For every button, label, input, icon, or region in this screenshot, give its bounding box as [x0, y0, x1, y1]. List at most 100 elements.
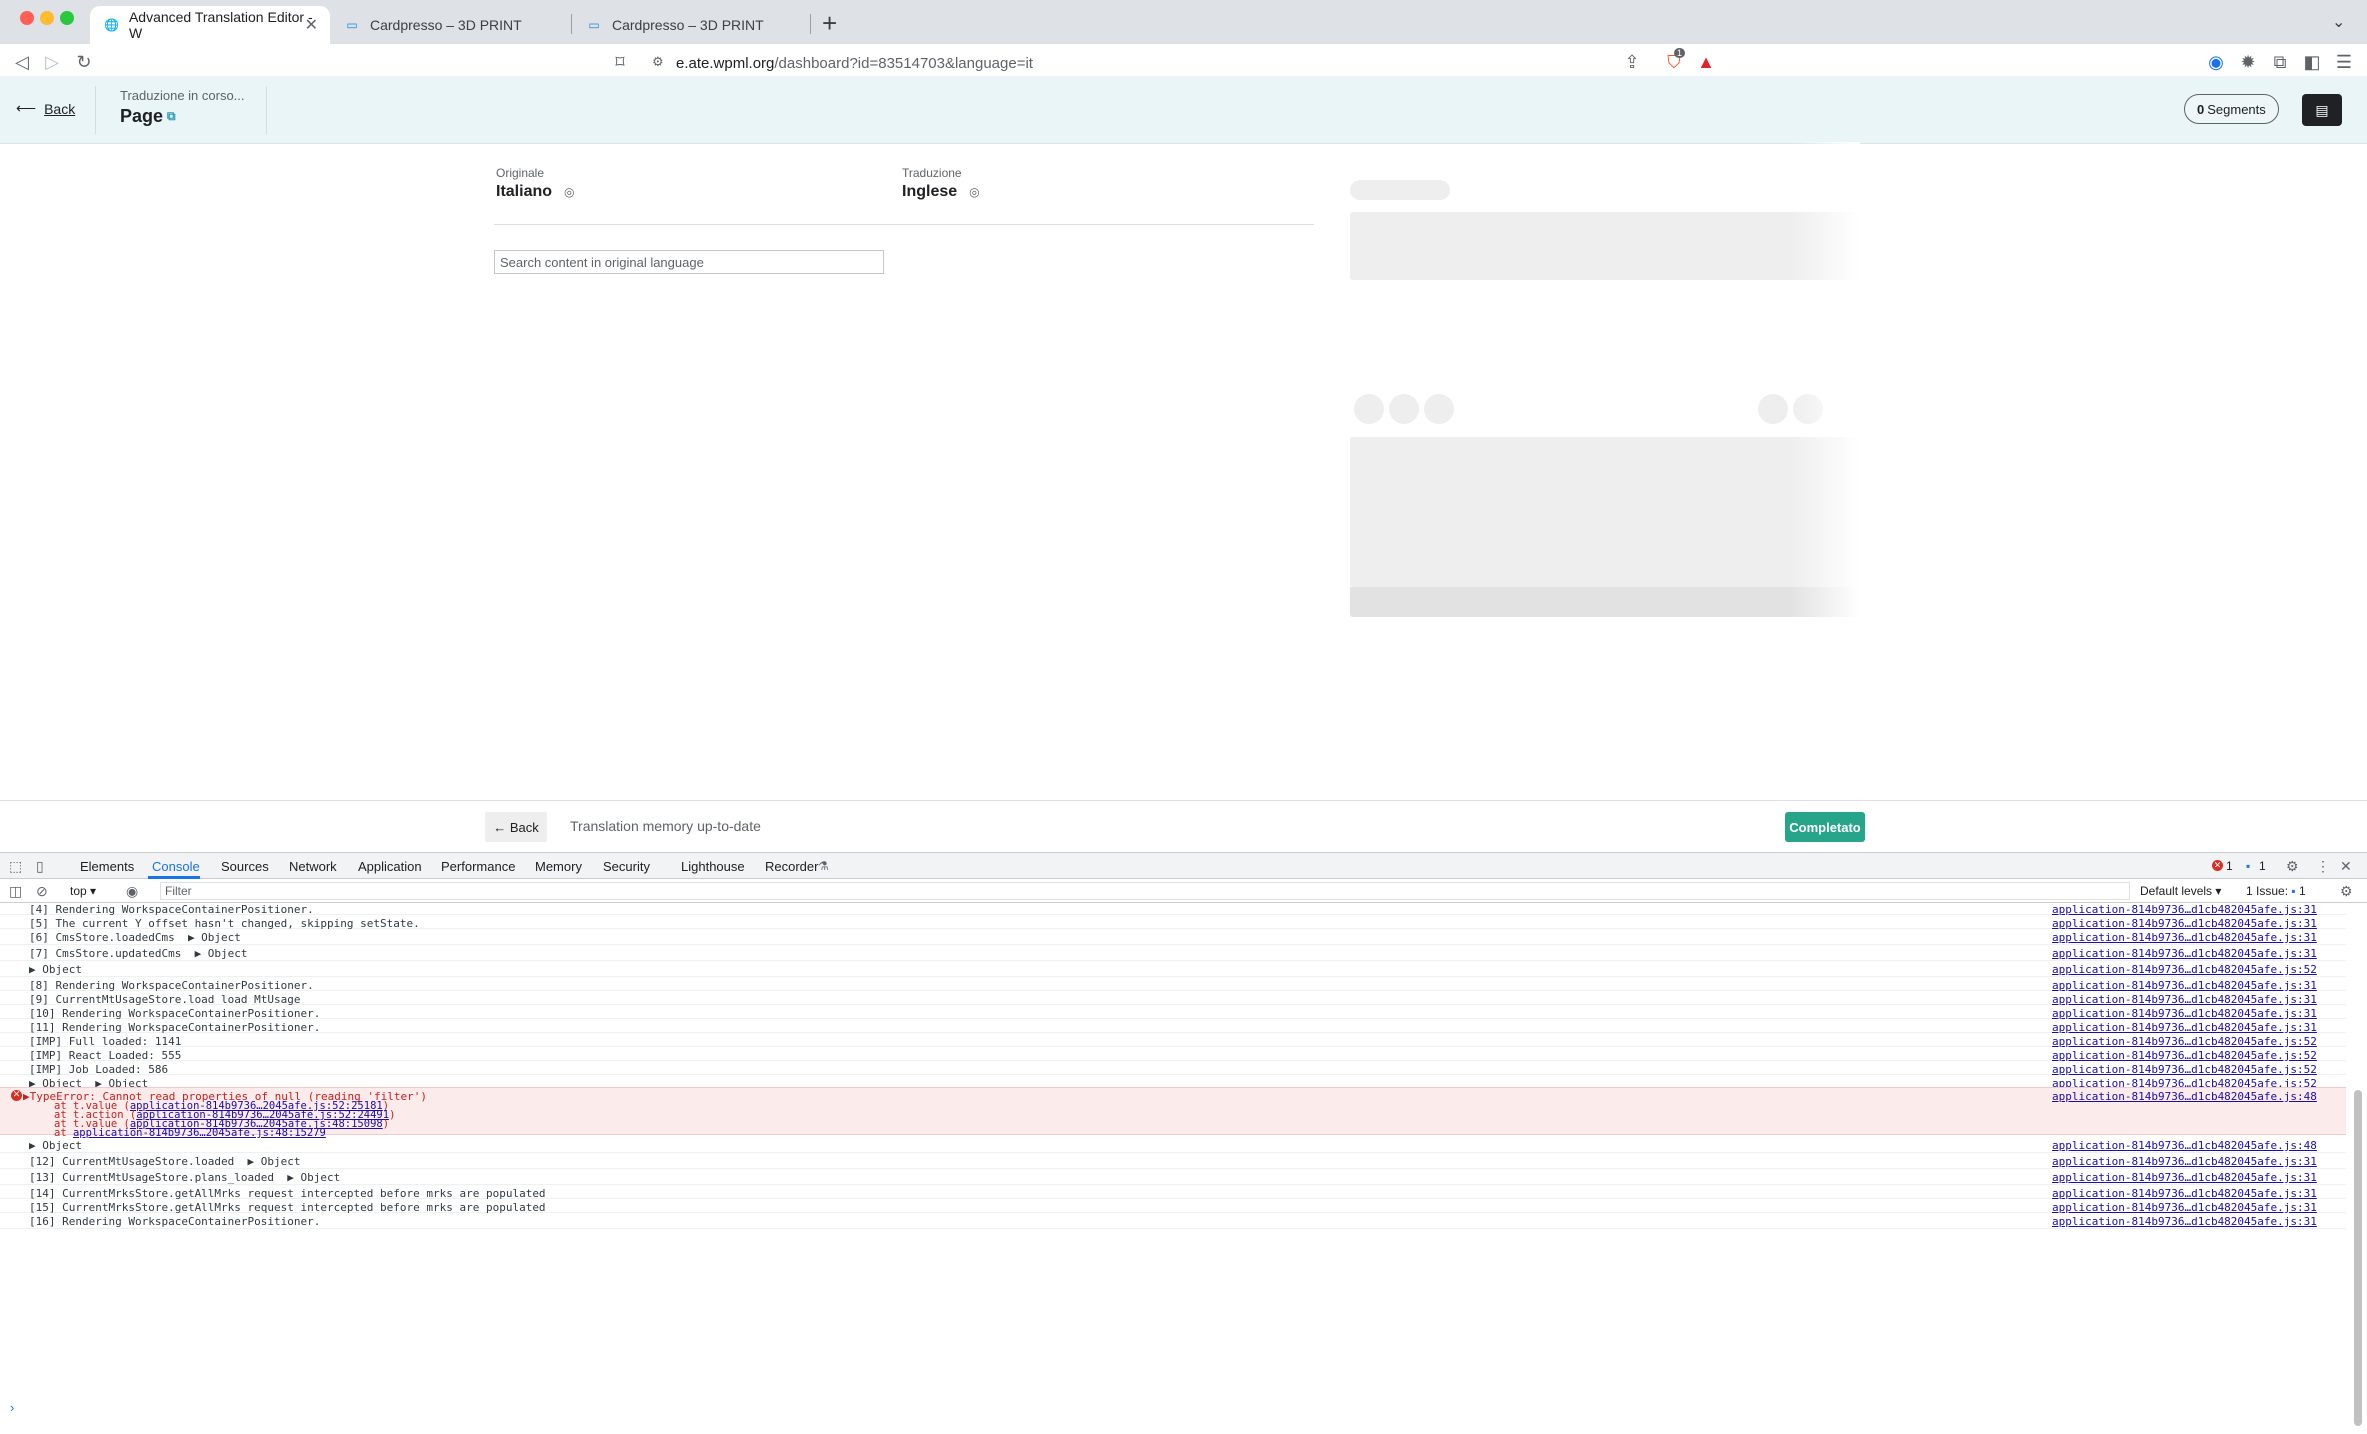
forward-arrow-icon[interactable]: ▷: [40, 52, 64, 73]
eye-slash-icon[interactable]: ◎: [564, 185, 574, 199]
log-levels-dropdown[interactable]: Default levels ▾: [2140, 884, 2221, 898]
password-manager-icon[interactable]: ◉: [2204, 52, 2228, 73]
console-prompt[interactable]: ›: [10, 1400, 14, 1415]
complete-button[interactable]: Completato: [1785, 812, 1865, 842]
more-options-icon[interactable]: ⋮: [2316, 858, 2330, 875]
tab-title: Cardpresso – 3D PRINT: [370, 17, 522, 33]
tab-title: Advanced Translation Editor - W: [128, 9, 313, 41]
site-settings-icon[interactable]: ⚙: [652, 54, 664, 70]
back-arrow-icon[interactable]: ◁: [10, 52, 34, 73]
inspect-element-icon[interactable]: ⬚: [9, 858, 22, 875]
search-original-input[interactable]: [494, 250, 884, 274]
address-bar[interactable]: ⚙ e.ate.wpml.org/dashboard?id=83514703&l…: [640, 48, 1720, 78]
devtools-tab-console[interactable]: Console: [152, 859, 200, 874]
brave-rewards-icon[interactable]: ▲: [1694, 52, 1718, 73]
console-row[interactable]: ▶ Object application-814b9736…d1cb482045a…: [0, 1137, 2346, 1153]
original-language-text: Italiano: [496, 183, 553, 200]
message-icon[interactable]: ▪: [2246, 859, 2250, 873]
new-tab-button[interactable]: +: [822, 8, 837, 39]
browser-menu-icon[interactable]: ☰: [2332, 52, 2356, 73]
devtools-tab-performance[interactable]: Performance: [441, 859, 515, 874]
console-message: [12] CurrentMtUsageStore.loaded ▶ Object: [29, 1155, 301, 1168]
console-row[interactable]: [14] CurrentMrksStore.getAllMrks request…: [0, 1185, 2346, 1200]
maximize-window-button[interactable]: [60, 11, 74, 25]
console-message: [6] CmsStore.loadedCms ▶ Object: [29, 931, 241, 944]
issue-icon: ▪: [2291, 884, 2296, 898]
devtools-tab-security[interactable]: Security: [603, 859, 650, 874]
original-language: Italiano ◎: [496, 183, 575, 201]
eye-slash-icon[interactable]: ◎: [969, 185, 979, 199]
devtools-tab-recorder[interactable]: Recorder: [765, 859, 818, 874]
console-settings-gear-icon[interactable]: ⚙: [2340, 883, 2353, 900]
editor-footer: ← Back Translation memory up-to-date Com…: [0, 800, 2367, 852]
devtools-tab-memory[interactable]: Memory: [535, 859, 582, 874]
minimize-window-button[interactable]: [40, 11, 54, 25]
devtools-tab-sources[interactable]: Sources: [221, 859, 269, 874]
segments-counter[interactable]: 0 Segments: [2184, 94, 2279, 124]
devtools-tab-application[interactable]: Application: [358, 859, 422, 874]
devtools-tab-network[interactable]: Network: [289, 859, 337, 874]
console-row[interactable]: [5] The current Y offset hasn't changed,…: [0, 915, 2346, 930]
comment-icon: ▤: [2315, 101, 2329, 118]
console-source-link[interactable]: application-814b9736…d1cb482045afe.js:31: [2052, 1215, 2317, 1228]
close-tab-icon[interactable]: ✕: [305, 15, 318, 35]
context-selector[interactable]: top ▾: [70, 884, 96, 898]
console-row[interactable]: [11] Rendering WorkspaceContainerPositio…: [0, 1019, 2346, 1034]
console-source-link[interactable]: application-814b9736…d1cb482045afe.js:31: [2052, 1171, 2317, 1184]
console-row[interactable]: [9] CurrentMtUsageStore.load load MtUsag…: [0, 991, 2346, 1006]
header-back-link[interactable]: ⟵ Back: [16, 100, 75, 117]
console-source-link[interactable]: application-814b9736…d1cb482045afe.js:48: [2052, 1090, 2317, 1103]
console-source-link[interactable]: application-814b9736…d1cb482045afe.js:48: [2052, 1139, 2317, 1152]
console-error-row[interactable]: ✕ ▶TypeError: Cannot read properties of n…: [0, 1087, 2346, 1139]
issues-button[interactable]: 1 Issue: ▪ 1: [2246, 884, 2306, 898]
console-row[interactable]: ▶ Object application-814b9736…d1cb482045a…: [0, 961, 2346, 977]
extensions-puzzle-icon[interactable]: ⧉: [2268, 52, 2292, 73]
console-filter-input[interactable]: [160, 882, 2130, 900]
external-link-icon[interactable]: ⧉: [167, 109, 176, 124]
console-row[interactable]: [7] CmsStore.updatedCms ▶ Object applicat…: [0, 945, 2346, 961]
close-devtools-icon[interactable]: ✕: [2340, 858, 2352, 875]
console-source-link[interactable]: application-814b9736…d1cb482045afe.js:31: [2052, 931, 2317, 944]
console-source-link[interactable]: application-814b9736…d1cb482045afe.js:31: [2052, 1155, 2317, 1168]
devtools-tab-lighthouse[interactable]: Lighthouse: [681, 859, 745, 874]
browser-tab-ate[interactable]: 🌐 Advanced Translation Editor - W ✕: [90, 6, 330, 44]
live-expression-eye-icon[interactable]: ◉: [126, 883, 138, 900]
device-toolbar-icon[interactable]: ▯: [36, 858, 44, 875]
console-row[interactable]: [16] Rendering WorkspaceContainerPositio…: [0, 1213, 2346, 1229]
console-scrollbar[interactable]: [2354, 1090, 2362, 1426]
extension-gear-icon[interactable]: ✹: [2236, 52, 2260, 73]
browser-tab-cardpresso-2[interactable]: ▭ Cardpresso – 3D PRINT: [572, 6, 812, 44]
console-row[interactable]: [13] CurrentMtUsageStore.plans_loaded ▶ …: [0, 1169, 2346, 1185]
comments-button[interactable]: ▤: [2302, 94, 2342, 126]
shield-badge: 1: [1674, 48, 1686, 58]
message-count[interactable]: 1: [2259, 859, 2266, 873]
error-count[interactable]: 1: [2226, 859, 2233, 873]
devtools-tab-elements[interactable]: Elements: [80, 859, 134, 874]
error-count-icon[interactable]: ✕: [2212, 860, 2223, 871]
console-row[interactable]: [4] Rendering WorkspaceContainerPosition…: [0, 903, 2346, 916]
skeleton-circle: [1389, 394, 1419, 424]
console-message: [16] Rendering WorkspaceContainerPositio…: [29, 1215, 321, 1228]
console-row[interactable]: [8] Rendering WorkspaceContainerPosition…: [0, 977, 2346, 992]
console-source-link[interactable]: application-814b9736…d1cb482045afe.js:31: [2052, 947, 2317, 960]
skeleton-pill: [1350, 180, 1450, 200]
share-icon[interactable]: ⇪: [1620, 52, 1644, 73]
console-row[interactable]: [15] CurrentMrksStore.getAllMrks request…: [0, 1199, 2346, 1214]
tab-search-chevron-icon[interactable]: ⌄: [2332, 12, 2345, 32]
sidebar-toggle-icon[interactable]: ◧: [2300, 52, 2324, 73]
settings-gear-icon[interactable]: ⚙: [2286, 858, 2299, 875]
console-row[interactable]: [IMP] Job Loaded: 586 application-814b973…: [0, 1061, 2346, 1076]
sidebar-toggle-icon[interactable]: ◫: [9, 883, 22, 900]
reload-icon[interactable]: ↻: [72, 52, 96, 73]
console-row[interactable]: [6] CmsStore.loadedCms ▶ Object applicati…: [0, 929, 2346, 945]
console-row[interactable]: [IMP] React Loaded: 555 application-814b9…: [0, 1047, 2346, 1062]
console-row[interactable]: [10] Rendering WorkspaceContainerPositio…: [0, 1005, 2346, 1020]
footer-back-button[interactable]: ← Back: [485, 812, 547, 842]
bookmark-icon[interactable]: ⌑: [608, 52, 632, 73]
console-row[interactable]: [12] CurrentMtUsageStore.loaded ▶ Object…: [0, 1153, 2346, 1169]
clear-console-icon[interactable]: ⊘: [36, 883, 48, 900]
console-row[interactable]: [IMP] Full loaded: 1141 application-814b9…: [0, 1033, 2346, 1048]
close-window-button[interactable]: [20, 11, 34, 25]
console-source-link[interactable]: application-814b9736…d1cb482045afe.js:52: [2052, 963, 2317, 976]
browser-tab-cardpresso-1[interactable]: ▭ Cardpresso – 3D PRINT: [330, 6, 570, 44]
